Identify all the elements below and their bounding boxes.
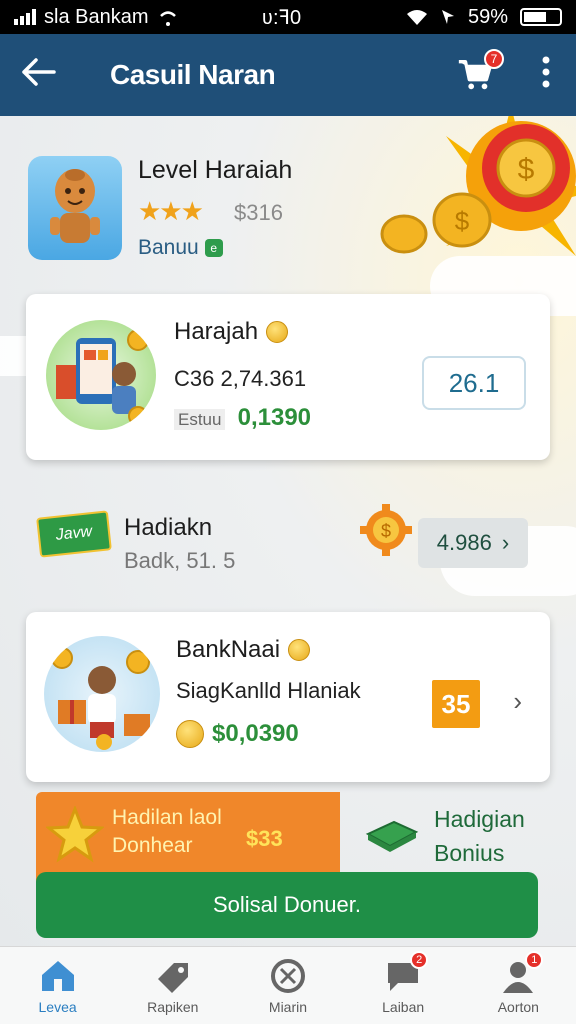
status-right: 59% (406, 6, 562, 29)
level-score: $316 (234, 200, 283, 225)
star-rating: ★★★ (138, 196, 204, 226)
nav-label: Miarin (268, 998, 308, 1015)
svg-text:$: $ (518, 153, 535, 186)
more-button[interactable] (536, 55, 556, 95)
home-icon (41, 960, 74, 991)
pill-value: 4.986 (436, 530, 492, 555)
gift-boy-icon (51, 647, 150, 750)
page-title: Casuil Naran (110, 59, 276, 90)
verified-icon: e (204, 239, 223, 257)
nav-label: Levea (38, 998, 77, 1015)
reward-value: 0,1390 (237, 404, 312, 431)
phone-shopping-illustration (46, 320, 156, 430)
nav-item-home[interactable]: Levea (8, 957, 108, 1015)
signal-icon (14, 9, 36, 25)
status-bar: sla Bankam ʋ:ꟻ0 59% (0, 0, 576, 34)
support-icon (270, 958, 305, 993)
battery-percent: 59% (467, 5, 508, 28)
card-title: BankNaai (176, 636, 311, 664)
notification-badge: 1 (525, 950, 544, 969)
battery-icon (520, 8, 562, 26)
reward-row-hadiakn[interactable]: Javw Hadiakn Badk, 51. 5 $ 4.986 › (36, 504, 538, 586)
level-title: Level Haraiah (138, 156, 293, 184)
location-icon (441, 10, 454, 24)
wifi-status-icon (159, 11, 176, 26)
status-left: sla Bankam (14, 6, 179, 29)
gift-boy-illustration (44, 636, 160, 752)
chat-icon-wrap: 2 (384, 950, 429, 995)
value-pill[interactable]: 4.986 › (418, 518, 528, 568)
coin-icon (266, 321, 289, 343)
more-vertical-icon (542, 56, 550, 88)
promo-left-text: Hadilan laol Donhear (112, 804, 222, 860)
gear-coin-icon: $ (360, 504, 412, 556)
card-reward-line: $0,0390 (176, 720, 299, 748)
notification-badge: 2 (410, 950, 429, 969)
reward-label: Estuu (174, 409, 226, 430)
chevron-right-icon: › (501, 530, 510, 555)
card-detail: C36 2,74.361 (174, 366, 307, 391)
coin-icon (176, 720, 204, 748)
value-box[interactable]: 26.1 (422, 356, 526, 410)
promo-right-line1: Hadigian (434, 806, 525, 832)
card-title-text: BankNaai (176, 636, 281, 663)
card-title: Harajah (174, 318, 289, 346)
character-avatar[interactable] (28, 156, 122, 260)
nav-item-rapiken[interactable]: Rapiken (123, 957, 223, 1015)
promo-left-line2: Donhear (112, 834, 193, 857)
value-box[interactable]: 35 (432, 680, 480, 728)
row-subtitle: Badk, 51. 5 (124, 548, 236, 573)
promo-right-line2: Bonius (434, 840, 505, 866)
chevron-right-icon[interactable]: › (513, 686, 522, 717)
nav-label: Aorton (497, 998, 539, 1015)
level-header: Level Haraiah ★★★ $316 Banuu e (28, 156, 408, 266)
nav-item-aorton[interactable]: 1 Aorton (468, 950, 568, 1015)
card-detail: SiagKanlld Hlaniak (176, 678, 361, 703)
promo-right-text: Hadigian Bonius (434, 802, 525, 870)
promo-left-line1: Hadilan laol (112, 806, 222, 829)
row-title: Hadiakn (124, 514, 213, 541)
coin-icon (288, 639, 311, 661)
ticket-tag: Javw (36, 510, 112, 558)
reward-card-harajah[interactable]: Harajah C36 2,74.361 Estuu 0,1390 26.1 (26, 294, 550, 460)
character-icon (50, 169, 100, 243)
primary-cta-button[interactable]: Solisal Donuer. (36, 872, 538, 938)
star-icon (46, 806, 104, 863)
app-bar: Casuil Naran 7 (0, 34, 576, 116)
reward-value: $0,0390 (212, 720, 299, 747)
cart-badge: 7 (484, 49, 504, 69)
profile-icon-wrap: 1 (499, 950, 544, 995)
level-subtitle-text: Banuu (138, 236, 199, 259)
main-content: $ $ Level Haraiah ★★★ $316 Banuu e Haraj… (0, 116, 576, 946)
svg-text:$: $ (455, 206, 470, 236)
card-reward-line: Estuu 0,1390 (174, 404, 311, 432)
clock: ʋ:ꟻ0 (262, 6, 302, 29)
level-subtitle[interactable]: Banuu e (138, 236, 223, 260)
nav-label: Rapiken (147, 998, 199, 1015)
svg-text:$: $ (381, 521, 391, 541)
nav-item-laiban[interactable]: 2 Laiban (353, 950, 453, 1015)
phone-shopping-icon (56, 329, 149, 426)
reward-card-banknaai[interactable]: BankNaai SiagKanlld Hlaniak $0,0390 35 › (26, 612, 550, 782)
arrow-left-icon (22, 58, 56, 86)
cash-icon (365, 820, 419, 852)
card-title-text: Harajah (174, 318, 259, 345)
promo-price: $33 (246, 826, 283, 851)
carrier-name: sla Bankam (44, 5, 149, 28)
nav-label: Laiban (382, 998, 425, 1015)
wifi-icon (406, 10, 427, 25)
cart-button[interactable]: 7 (456, 49, 504, 95)
back-button[interactable] (20, 54, 68, 96)
tag-icon (157, 962, 188, 993)
bottom-nav: Levea Rapiken Miarin 2 Laiban 1 Aorton (0, 946, 576, 1024)
nav-item-miarin[interactable]: Miarin (238, 957, 338, 1015)
